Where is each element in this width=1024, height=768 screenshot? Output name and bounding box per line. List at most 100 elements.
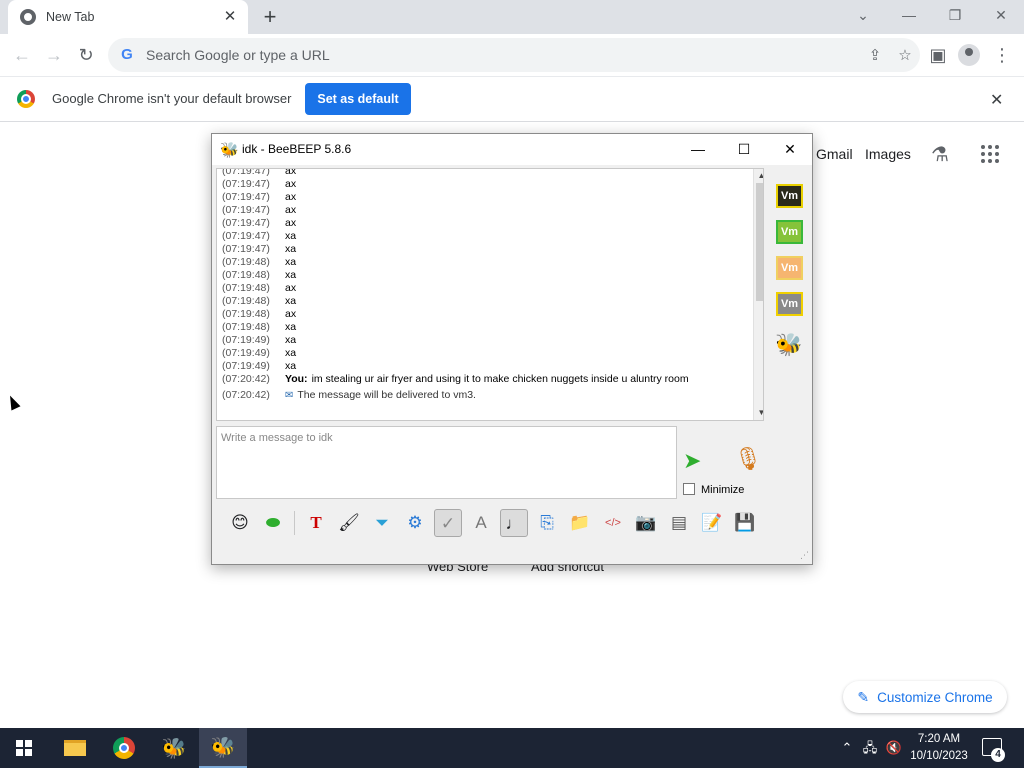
chat-message: (07:19:48) xa xyxy=(222,295,752,308)
send-file-icon[interactable]: 📁 xyxy=(566,509,594,537)
filter-icon[interactable]: ⏷ xyxy=(368,509,396,537)
message-sender: You: xyxy=(285,373,308,385)
back-icon[interactable]: ← xyxy=(10,43,34,67)
message-time: (07:19:47) xyxy=(222,243,270,255)
forward-icon[interactable]: → xyxy=(42,43,66,67)
google-apps-icon[interactable] xyxy=(981,145,999,163)
users-group-icon[interactable]: 🐝 xyxy=(775,332,802,358)
chrome-favicon-icon xyxy=(20,9,36,25)
tray-overflow-icon[interactable]: ⌃ xyxy=(838,728,856,768)
chat-message: (07:19:48) xa xyxy=(222,269,752,282)
volume-muted-icon[interactable]: 🔇 xyxy=(884,728,904,768)
folder-icon xyxy=(64,740,86,756)
settings-gears-icon[interactable]: ⚙ xyxy=(401,509,429,537)
storage-icon[interactable]: ▤ xyxy=(665,509,693,537)
message-input[interactable]: Write a message to idk xyxy=(216,426,677,499)
customize-chrome-label: Customize Chrome xyxy=(877,689,993,705)
message-time: (07:20:42) xyxy=(222,389,270,401)
set-as-default-button[interactable]: Set as default xyxy=(305,83,411,115)
google-icon: G xyxy=(121,46,133,63)
share-icon[interactable]: ⇪ xyxy=(860,46,890,64)
chat-message: (07:19:48) ax xyxy=(222,308,752,321)
message-text: ax xyxy=(285,168,297,177)
font-icon[interactable]: T xyxy=(302,509,330,537)
message-text: xa xyxy=(285,295,297,307)
user-vm-4[interactable]: Vm xyxy=(776,292,803,316)
windows-logo-icon xyxy=(16,740,32,756)
gmail-link[interactable]: Gmail xyxy=(816,146,853,162)
scroll-up-icon[interactable]: ▲ xyxy=(754,169,763,183)
tab-strip: New Tab ✕ + ⌄ — ❐ ✕ xyxy=(0,0,1024,34)
message-time: (07:19:48) xyxy=(222,269,270,281)
customize-chrome-button[interactable]: ✎ Customize Chrome xyxy=(843,681,1007,713)
user-vm-1[interactable]: Vm xyxy=(776,184,803,208)
labs-flask-icon[interactable]: ⚗ xyxy=(931,142,949,167)
send-message-icon[interactable]: ➤ xyxy=(683,448,701,474)
beebeep-minimize-icon[interactable]: — xyxy=(675,134,721,165)
minimize-checkbox[interactable] xyxy=(683,483,695,495)
edit-note-icon[interactable]: 📝 xyxy=(698,509,726,537)
microphone-icon[interactable]: 🎙 xyxy=(734,446,762,472)
chat-scrollbar[interactable]: ▲ ▼ xyxy=(753,169,763,420)
new-tab-button[interactable]: + xyxy=(258,5,282,29)
chrome-taskbar-button[interactable] xyxy=(100,728,148,768)
start-button[interactable] xyxy=(0,728,48,768)
message-time: (07:19:47) xyxy=(222,217,270,229)
export-icon[interactable]: ⎘ xyxy=(533,509,561,537)
network-icon[interactable]: 🖧 xyxy=(860,728,880,768)
close-window-icon[interactable]: ✕ xyxy=(978,0,1024,30)
message-text: im stealing ur air fryer and using it to… xyxy=(311,373,689,385)
font-color-icon[interactable]: 🖌 xyxy=(335,509,363,537)
spellcheck-icon[interactable]: ✓ xyxy=(434,509,462,537)
chat-message: (07:19:48) xa xyxy=(222,256,752,269)
side-panel-icon[interactable]: ▣ xyxy=(926,43,950,67)
infobar-close-icon[interactable]: ✕ xyxy=(990,90,1003,110)
tab-title: New Tab xyxy=(46,10,95,24)
scroll-down-icon[interactable]: ▼ xyxy=(754,406,763,420)
beebeep-maximize-icon[interactable]: ☐ xyxy=(721,134,767,165)
file-explorer-button[interactable] xyxy=(51,728,99,768)
profile-avatar-icon[interactable] xyxy=(958,44,980,66)
sound-note-icon[interactable]: ♩ xyxy=(500,509,528,537)
tab-search-icon[interactable]: ⌄ xyxy=(840,0,886,30)
minimize-window-icon[interactable]: — xyxy=(886,0,932,30)
images-link[interactable]: Images xyxy=(865,146,911,162)
omnibox-placeholder: Search Google or type a URL xyxy=(146,47,330,63)
bookmark-star-icon[interactable]: ☆ xyxy=(890,46,920,64)
chat-log[interactable]: (07:19:47) ax (07:19:47) ax (07:19:47) ax (07:… xyxy=(216,168,764,421)
chat-message: (07:19:47) xa xyxy=(222,243,752,256)
default-browser-infobar: Google Chrome isn't your default browser… xyxy=(0,77,1024,122)
html-code-icon[interactable]: </> xyxy=(599,509,627,537)
beebeep-close-icon[interactable]: ✕ xyxy=(767,134,813,165)
reload-icon[interactable]: ↻ xyxy=(74,43,98,67)
user-vm-2[interactable]: Vm xyxy=(776,220,803,244)
mouse-cursor-icon xyxy=(5,393,21,411)
nudge-icon[interactable]: ⬬ xyxy=(259,509,287,537)
resize-grip-icon[interactable]: ⋰ xyxy=(800,550,809,561)
user-vm-3[interactable]: Vm xyxy=(776,256,803,280)
screenshot-camera-icon[interactable]: 📷 xyxy=(632,509,660,537)
taskbar-clock[interactable]: 7:20 AM 10/10/2023 xyxy=(908,731,970,765)
message-text: xa xyxy=(285,334,297,346)
text-format-icon[interactable]: A xyxy=(467,509,495,537)
scroll-thumb[interactable] xyxy=(756,183,763,301)
tab-new-tab[interactable]: New Tab ✕ xyxy=(8,0,248,34)
emoticon-icon[interactable]: 😊 xyxy=(226,509,254,537)
menu-kebab-icon[interactable]: ⋮ xyxy=(990,43,1014,67)
beebeep-logo-icon: 🐝 xyxy=(220,142,239,159)
message-time: (07:19:49) xyxy=(222,347,270,359)
clock-date: 10/10/2023 xyxy=(910,750,968,762)
chat-message: (07:19:47) ax xyxy=(222,217,752,230)
chat-toolbar: 😊 ⬬ T 🖌 ⏷ ⚙ ✓ A ♩ ⎘ 📁 </> 📷 ▤ 📝 💾 xyxy=(216,505,808,541)
system-message-text: The message will be delivered to vm3. xyxy=(297,389,476,401)
tab-close-icon[interactable]: ✕ xyxy=(222,9,238,25)
omnibox[interactable]: G Search Google or type a URL ⇪ ☆ xyxy=(108,38,920,72)
beebeep-icon: 🐝 xyxy=(210,736,236,759)
clock-time: 7:20 AM xyxy=(917,733,961,745)
save-disk-icon[interactable]: 💾 xyxy=(731,509,759,537)
beebeep-taskbar-button-2[interactable]: 🐝 xyxy=(199,728,247,768)
beebeep-taskbar-button-1[interactable]: 🐝 xyxy=(150,728,198,768)
message-text: xa xyxy=(285,269,297,281)
beebeep-titlebar[interactable]: 🐝 idk - BeeBEEP 5.8.6 — ☐ ✕ xyxy=(212,134,812,165)
restore-window-icon[interactable]: ❐ xyxy=(932,0,978,30)
